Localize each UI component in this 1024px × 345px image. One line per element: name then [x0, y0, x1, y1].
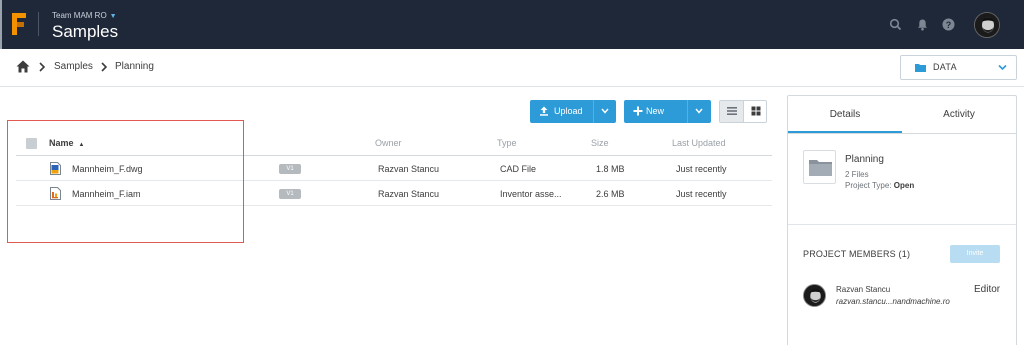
panel-divider	[788, 224, 1016, 225]
new-button-label: New	[646, 106, 665, 116]
user-avatar[interactable]	[974, 12, 1000, 38]
help-icon[interactable]: ?	[942, 18, 955, 31]
project-members-title: PROJECT MEMBERS (1)	[803, 249, 911, 259]
member-email: razvan.stancu...nandmachine.ro	[836, 297, 950, 306]
upload-button[interactable]: Upload	[530, 100, 616, 123]
chevron-down-icon[interactable]	[601, 108, 609, 114]
upload-button-label: Upload	[554, 106, 583, 116]
invite-button[interactable]: Invite	[950, 245, 1000, 263]
chevron-down-icon[interactable]	[695, 108, 703, 114]
team-selector[interactable]: Team MAM RO ▼	[52, 11, 117, 20]
folder-icon	[809, 160, 832, 176]
chevron-down-icon: ▼	[109, 13, 117, 20]
file-size: 2.6 MB	[596, 189, 625, 199]
breadcrumb-item-samples[interactable]: Samples	[54, 61, 93, 72]
upload-icon	[540, 106, 548, 116]
svg-text:?: ?	[946, 20, 952, 30]
data-dropdown-button[interactable]: DATA	[900, 55, 1017, 80]
top-bar: Team MAM RO ▼ Samples ?	[0, 0, 1024, 49]
home-icon[interactable]	[16, 60, 30, 73]
view-toggle	[719, 100, 767, 123]
folder-icon	[915, 64, 926, 72]
plus-icon	[633, 106, 643, 116]
chevron-down-icon	[998, 64, 1007, 71]
file-size: 1.8 MB	[596, 164, 625, 174]
project-type: Project Type: Open	[845, 181, 915, 190]
details-panel: Details Activity Planning 2 Files Projec…	[787, 95, 1017, 345]
list-view-button[interactable]	[720, 101, 744, 122]
project-title: Samples	[52, 22, 119, 41]
column-header-last-updated[interactable]: Last Updated	[672, 138, 726, 148]
file-last-updated: Just recently	[676, 164, 727, 174]
tab-activity[interactable]: Activity	[902, 96, 1016, 133]
file-owner: Razvan Stancu	[378, 164, 440, 174]
window-edge	[0, 0, 2, 49]
version-badge[interactable]: V1	[279, 189, 301, 199]
file-owner: Razvan Stancu	[378, 189, 440, 199]
file-type: CAD File	[500, 164, 537, 174]
breadcrumb: Samples Planning DATA	[0, 49, 1024, 87]
button-divider	[593, 100, 594, 123]
column-header-type[interactable]: Type	[497, 138, 517, 148]
column-header-owner[interactable]: Owner	[375, 138, 402, 148]
member-avatar	[803, 284, 826, 307]
grid-view-button[interactable]	[744, 101, 767, 122]
team-name: Team MAM RO	[52, 11, 107, 20]
grid-view-icon	[751, 106, 761, 116]
project-thumbnail	[803, 150, 836, 184]
button-divider	[687, 100, 688, 123]
search-icon[interactable]	[889, 18, 902, 31]
file-last-updated: Just recently	[676, 189, 727, 199]
member-name: Razvan Stancu	[836, 285, 891, 294]
breadcrumb-item-planning[interactable]: Planning	[115, 61, 154, 72]
project-name: Planning	[845, 154, 884, 165]
tab-divider	[788, 133, 1016, 134]
highlight-box	[7, 120, 244, 243]
bell-icon[interactable]	[916, 18, 929, 31]
chevron-right-icon	[39, 62, 45, 72]
project-file-count: 2 Files	[845, 170, 869, 179]
chevron-right-icon	[101, 62, 107, 72]
app-window: Team MAM RO ▼ Samples ? Samples Planning…	[0, 0, 1024, 345]
project-type-value: Open	[893, 181, 915, 190]
header-divider	[38, 12, 39, 36]
list-view-icon	[727, 107, 737, 115]
file-type: Inventor asse...	[500, 189, 562, 199]
new-button[interactable]: New	[624, 100, 711, 123]
member-role[interactable]: Editor	[974, 284, 1000, 295]
column-header-size[interactable]: Size	[591, 138, 609, 148]
app-logo-icon[interactable]	[12, 13, 26, 35]
data-button-label: DATA	[933, 62, 957, 72]
version-badge[interactable]: V1	[279, 164, 301, 174]
tab-details[interactable]: Details	[788, 96, 902, 133]
